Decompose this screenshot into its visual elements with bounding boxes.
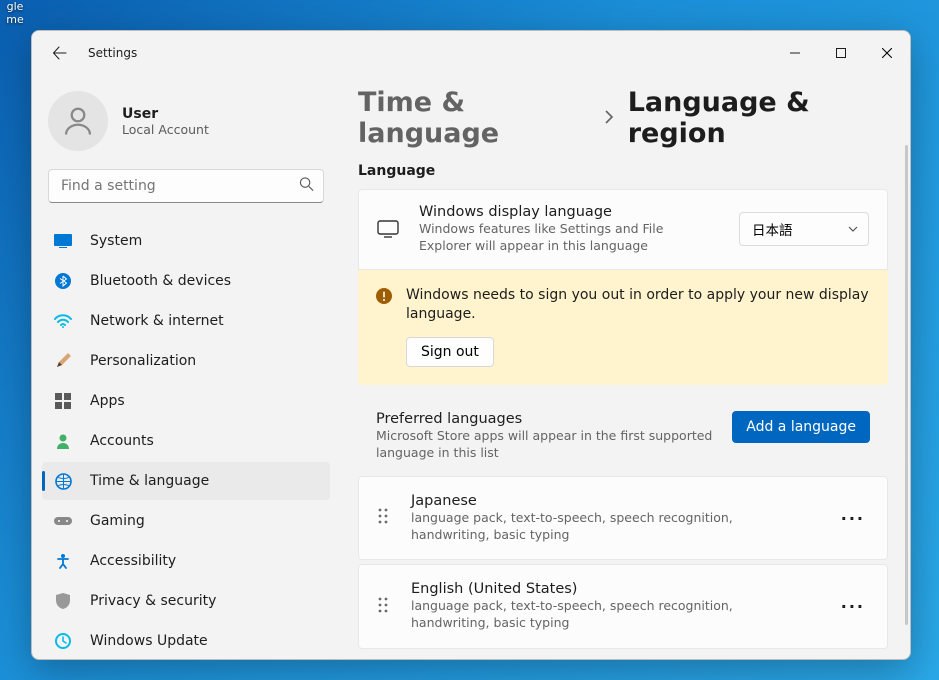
language-item[interactable]: English (United States) language pack, t… <box>358 564 888 649</box>
window-controls <box>772 31 910 75</box>
arrow-left-icon <box>52 45 68 61</box>
add-language-button[interactable]: Add a language <box>732 411 870 443</box>
minimize-button[interactable] <box>772 31 818 75</box>
chevron-down-icon <box>848 226 858 232</box>
language-name: Japanese <box>411 493 815 509</box>
user-account-type: Local Account <box>122 122 209 137</box>
settings-window: Settings User Local Account <box>31 30 911 660</box>
person-icon <box>60 103 96 139</box>
nav-privacy[interactable]: Privacy & security <box>42 582 330 620</box>
close-button[interactable] <box>864 31 910 75</box>
language-text: English (United States) language pack, t… <box>411 581 815 632</box>
nav-label: Time & language <box>90 473 209 489</box>
window-body: User Local Account System Bluetooth & de… <box>32 75 910 659</box>
more-options-button[interactable]: ··· <box>837 505 869 532</box>
window-title: Settings <box>88 46 137 60</box>
language-features: language pack, text-to-speech, speech re… <box>411 598 815 632</box>
bluetooth-icon <box>54 272 72 290</box>
gamepad-icon <box>54 512 72 530</box>
accessibility-icon <box>54 552 72 570</box>
nav-accounts[interactable]: Accounts <box>42 422 330 460</box>
desktop-shortcut-text1: gle <box>7 0 24 13</box>
nav-label: Accessibility <box>90 553 176 569</box>
preferred-title: Preferred languages <box>376 411 716 427</box>
display-language-dropdown[interactable]: 日本語 <box>739 212 869 246</box>
nav-bluetooth[interactable]: Bluetooth & devices <box>42 262 330 300</box>
display-language-selected: 日本語 <box>752 219 793 239</box>
section-language-label: Language <box>358 163 888 179</box>
display-language-title: Windows display language <box>419 204 719 220</box>
maximize-icon <box>836 48 846 58</box>
display-language-desc: Windows features like Settings and File … <box>419 221 719 255</box>
language-item[interactable]: Japanese language pack, text-to-speech, … <box>358 476 888 561</box>
drag-handle-icon[interactable] <box>377 596 389 618</box>
nav-apps[interactable]: Apps <box>42 382 330 420</box>
system-icon <box>54 232 72 250</box>
more-options-button[interactable]: ··· <box>837 593 869 620</box>
drag-handle-icon[interactable] <box>377 507 389 529</box>
language-features: language pack, text-to-speech, speech re… <box>411 510 815 544</box>
wifi-icon <box>54 312 72 330</box>
nav-label: Personalization <box>90 353 196 369</box>
user-name: User <box>122 106 209 122</box>
language-name: English (United States) <box>411 581 815 597</box>
display-language-text: Windows display language Windows feature… <box>419 204 719 255</box>
shield-icon <box>54 592 72 610</box>
brush-icon <box>54 352 72 370</box>
close-icon <box>882 48 892 58</box>
nav-windows-update[interactable]: Windows Update <box>42 622 330 659</box>
language-text: Japanese language pack, text-to-speech, … <box>411 493 815 544</box>
signout-banner: Windows needs to sign you out in order t… <box>358 270 888 385</box>
nav-label: Bluetooth & devices <box>90 273 231 289</box>
titlebar: Settings <box>32 31 910 75</box>
nav: System Bluetooth & devices Network & int… <box>32 221 340 659</box>
preferred-desc: Microsoft Store apps will appear in the … <box>376 428 716 462</box>
nav-label: Network & internet <box>90 313 224 329</box>
nav-network[interactable]: Network & internet <box>42 302 330 340</box>
main-content: Time & language Language & region Langua… <box>340 75 910 659</box>
back-button[interactable] <box>44 37 76 69</box>
globe-clock-icon <box>54 472 72 490</box>
breadcrumb-parent[interactable]: Time & language <box>358 87 590 149</box>
preferred-languages-header: Preferred languages Microsoft Store apps… <box>358 403 888 476</box>
breadcrumb-current: Language & region <box>628 87 888 149</box>
nav-accessibility[interactable]: Accessibility <box>42 542 330 580</box>
nav-personalization[interactable]: Personalization <box>42 342 330 380</box>
nav-label: Apps <box>90 393 125 409</box>
chevron-right-icon <box>604 109 614 128</box>
search-box <box>48 169 324 203</box>
user-text: User Local Account <box>122 106 209 137</box>
nav-label: Windows Update <box>90 633 208 649</box>
scrollbar[interactable] <box>905 145 908 625</box>
avatar <box>48 91 108 151</box>
search-input[interactable] <box>48 169 324 203</box>
nav-gaming[interactable]: Gaming <box>42 502 330 540</box>
sign-out-button[interactable]: Sign out <box>406 337 494 367</box>
banner-message: Windows needs to sign you out in order t… <box>406 286 870 325</box>
desktop-shortcut-text2: me <box>6 13 23 26</box>
nav-time-language[interactable]: Time & language <box>42 462 330 500</box>
account-icon <box>54 432 72 450</box>
nav-label: Privacy & security <box>90 593 216 609</box>
maximize-button[interactable] <box>818 31 864 75</box>
user-block[interactable]: User Local Account <box>32 83 340 169</box>
nav-system[interactable]: System <box>42 222 330 260</box>
monitor-icon <box>377 220 399 238</box>
apps-icon <box>54 392 72 410</box>
warning-icon <box>376 288 392 308</box>
breadcrumb: Time & language Language & region <box>358 87 888 149</box>
display-language-card: Windows display language Windows feature… <box>358 189 888 270</box>
search-icon <box>299 177 314 196</box>
minimize-icon <box>790 48 800 58</box>
nav-label: System <box>90 233 142 249</box>
nav-label: Accounts <box>90 433 154 449</box>
update-icon <box>54 632 72 650</box>
sidebar: User Local Account System Bluetooth & de… <box>32 75 340 659</box>
desktop-shortcut[interactable]: gle me <box>0 0 30 26</box>
nav-label: Gaming <box>90 513 145 529</box>
